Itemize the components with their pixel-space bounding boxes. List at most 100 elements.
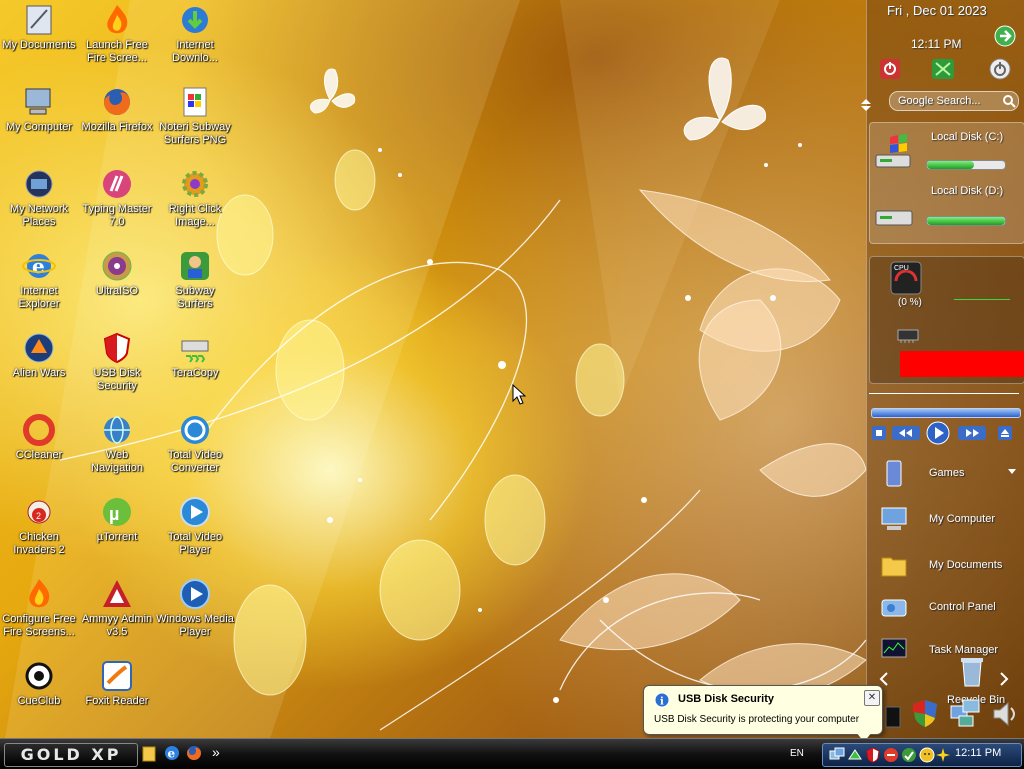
power-off-icon[interactable]	[879, 58, 901, 80]
sidebar-item-task-manager[interactable]: Task Manager	[875, 633, 1023, 669]
desktop-icon-my-network-places[interactable]: My Network Places	[0, 167, 78, 229]
network-status-icon[interactable]	[931, 58, 955, 80]
notification-title: USB Disk Security	[678, 693, 774, 705]
next-track-icon[interactable]	[957, 425, 987, 441]
desktop-icon-ccleaner[interactable]: CCleaner	[0, 413, 78, 462]
cpu-meter-gadget: CPU (0 %)	[869, 256, 1024, 384]
chevron-left-icon[interactable]	[879, 672, 889, 686]
games-folder-icon	[886, 460, 902, 487]
desktop-icon-mozilla-firefox[interactable]: Mozilla Firefox	[78, 85, 156, 134]
desktop-icon-configure-free-fire-screens[interactable]: Configure Free Fire Screens...	[0, 577, 78, 639]
desktop-icon-cueclub[interactable]: CueClub	[0, 659, 78, 708]
search-icon[interactable]	[1002, 94, 1016, 108]
desktop-icon-ultraiso[interactable]: UltraISO	[78, 249, 156, 298]
desktop-icon-internet-explorer[interactable]: e Internet Explorer	[0, 249, 78, 311]
info-icon: i	[654, 692, 670, 708]
quicklaunch-firefox-icon[interactable]	[185, 744, 203, 762]
tray-network-icon[interactable]	[829, 747, 845, 763]
svg-text:e: e	[168, 747, 176, 761]
black-window-icon[interactable]	[885, 706, 901, 728]
desktop-icon-my-documents[interactable]: My Documents	[0, 3, 78, 52]
desktop-icon-ammyy-admin[interactable]: Ammyy Admin v3.5	[78, 577, 156, 639]
desktop-icon-noteri-subway-surfers-png[interactable]: Noteri Subway Surfers PNG	[156, 85, 234, 147]
play-pause-icon[interactable]	[925, 421, 951, 445]
quicklaunch-internet-explorer-icon[interactable]: e	[163, 744, 181, 762]
fire-icon	[107, 5, 128, 34]
tray-update-icon[interactable]	[901, 747, 917, 763]
shutdown-icon[interactable]	[989, 58, 1011, 80]
desktop-icon-usb-disk-security[interactable]: USB Disk Security	[78, 331, 156, 393]
network-computers-icon[interactable]	[949, 698, 981, 728]
security-shield-icon[interactable]	[911, 698, 939, 728]
media-controls	[869, 421, 1023, 445]
desktop-icon-web-navigation[interactable]: Web Navigation	[78, 413, 156, 475]
drive-c-label: Local Disk (C:)	[931, 131, 1004, 143]
fire-icon	[29, 579, 50, 608]
start-button[interactable]: GOLD XP	[4, 743, 138, 767]
control-panel-icon	[881, 599, 907, 617]
desktop-icon-right-click-image[interactable]: Right Click Image...	[156, 167, 234, 229]
drive-c-icon	[875, 134, 911, 168]
desktop-icon-total-video-converter[interactable]: Total Video Converter	[156, 413, 234, 475]
task-manager-icon	[881, 638, 907, 658]
image-file-icon	[183, 87, 207, 117]
speaker-icon[interactable]	[991, 700, 1019, 728]
firefox-icon	[104, 89, 130, 115]
notification-close-button[interactable]: ✕	[864, 690, 880, 706]
google-search-input[interactable]: Google Search...	[898, 95, 981, 107]
cpu-graph-line	[954, 299, 1010, 300]
desktop-icon-utorrent[interactable]: µ µTorrent	[78, 495, 156, 544]
desktop-icon-my-computer[interactable]: My Computer	[0, 85, 78, 134]
desktop-icon-teracopy[interactable]: TeraCopy	[156, 331, 234, 380]
sidebar-item-my-documents[interactable]: My Documents	[875, 548, 1023, 584]
desktop-icon-launch-free-fire-screensaver[interactable]: Launch Free Fire Scree...	[78, 3, 156, 65]
notification-message: USB Disk Security is protecting your com…	[654, 714, 860, 725]
taskbar-clock[interactable]: 12:11 PM	[955, 747, 1001, 759]
tray-usb-disk-security-icon[interactable]	[865, 747, 881, 763]
gear-icon	[182, 171, 208, 197]
arrow-right-icon[interactable]	[994, 25, 1016, 47]
previous-track-icon[interactable]	[891, 425, 921, 441]
quicklaunch-overflow-chevron[interactable]: »	[212, 744, 220, 760]
usb-disk-security-notification[interactable]: i USB Disk Security USB Disk Security is…	[643, 685, 883, 742]
tray-safely-remove-icon[interactable]	[847, 747, 863, 763]
ram-usage-bar	[900, 351, 1024, 377]
eject-icon[interactable]	[997, 425, 1013, 441]
tray-antivirus-icon[interactable]	[883, 747, 899, 763]
svg-text:i: i	[660, 697, 664, 708]
stop-icon[interactable]	[871, 425, 887, 441]
sidebar-item-my-computer[interactable]: My Computer	[875, 502, 1023, 538]
desktop-icon-chicken-invaders-2[interactable]: 2 Chicken Invaders 2	[0, 495, 78, 557]
language-indicator[interactable]: EN	[790, 748, 804, 759]
desktop-icon-windows-media-player[interactable]: Windows Media Player	[156, 577, 234, 639]
desktop-icon-typing-master[interactable]: Typing Master 7.0	[78, 167, 156, 229]
idm-icon	[182, 7, 208, 33]
google-search-box[interactable]: Google Search...	[889, 91, 1019, 111]
desktop-icon-subway-surfers[interactable]: Subway Surfers	[156, 249, 234, 311]
network-icon	[25, 170, 53, 198]
desktop-icon-foxit-reader[interactable]: Foxit Reader	[78, 659, 156, 708]
media-seek-bar[interactable]	[871, 408, 1021, 418]
sidebar-item-games[interactable]: Games	[875, 456, 1023, 492]
sidebar-scroll-arrows-icon[interactable]	[859, 98, 873, 112]
desktop-icon-alien-wars[interactable]: Alien Wars	[0, 331, 78, 380]
drive-d-label: Local Disk (D:)	[931, 185, 1004, 197]
quicklaunch-documents-icon[interactable]	[141, 745, 157, 763]
cpu-percent: (0 %)	[898, 297, 922, 308]
sidebar-item-control-panel[interactable]: Control Panel	[875, 590, 1023, 626]
recycle-bin-icon[interactable]	[959, 654, 985, 688]
tray-messenger-icon[interactable]	[919, 747, 935, 763]
disc-icon	[102, 251, 132, 281]
drive-c-usage-bar	[926, 160, 1006, 170]
sidebar-time: 12:11 PM	[911, 37, 962, 51]
globe-icon	[104, 416, 130, 444]
sidebar-gadget-panel: Fri , Dec 01 2023 12:11 PM Google Search…	[861, 0, 1024, 738]
drives-gadget: Local Disk (C:) Local Disk (D:)	[869, 122, 1024, 244]
desktop-icon-total-video-player[interactable]: Total Video Player	[156, 495, 234, 557]
tray-sparkle-icon[interactable]	[935, 747, 951, 763]
drive-d-usage-bar	[926, 216, 1006, 226]
desktop-icon-internet-download-manager[interactable]: Internet Downlo...	[156, 3, 234, 65]
drive-d-icon	[875, 210, 913, 226]
media-player-icon	[180, 579, 210, 609]
chevron-down-icon[interactable]	[1007, 468, 1017, 476]
